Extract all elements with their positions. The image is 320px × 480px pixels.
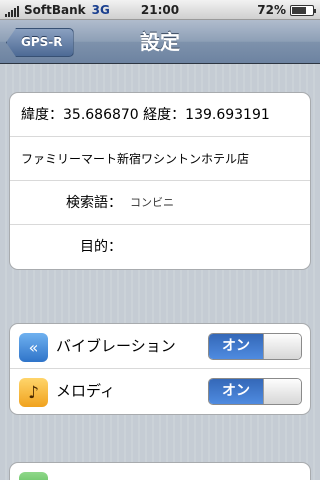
vibration-row: « バイブレーション オン <box>10 324 310 369</box>
status-bar: SoftBank 3G 21:00 72% <box>0 0 320 20</box>
keyword-row[interactable]: 検索語： コンビニ <box>10 181 310 225</box>
keyword-value: コンビニ <box>130 196 174 209</box>
melody-label: メロディ <box>56 382 115 400</box>
battery-icon <box>290 4 316 16</box>
next-settings-group <box>9 462 311 480</box>
alert-settings-group: « バイブレーション オン ♪ メロディ オン <box>9 323 311 415</box>
vibration-icon: « <box>19 333 48 362</box>
melody-toggle-state: オン <box>209 379 263 404</box>
purpose-label: 目的： <box>80 239 122 255</box>
music-note-icon: ♪ <box>19 378 48 407</box>
coordinates-row: 緯度：35.686870 経度：139.693191 <box>10 93 310 137</box>
melody-row: ♪ メロディ オン <box>10 369 310 414</box>
partial-icon <box>19 472 48 480</box>
place-name: ファミリーマート新宿ワシントンホテル店 <box>21 152 250 166</box>
melody-toggle[interactable]: オン <box>208 378 302 405</box>
place-row[interactable]: ファミリーマート新宿ワシントンホテル店 <box>10 137 310 181</box>
page-title: 設定 <box>140 30 180 54</box>
keyword-label: 検索語： <box>66 195 122 211</box>
vibration-toggle-state: オン <box>209 334 263 359</box>
purpose-row[interactable]: 目的： <box>10 225 310 269</box>
location-info-group: 緯度：35.686870 経度：139.693191 ファミリーマート新宿ワシン… <box>9 92 311 270</box>
vibration-toggle[interactable]: オン <box>208 333 302 360</box>
coordinates-text: 緯度：35.686870 経度：139.693191 <box>21 107 270 123</box>
toggle-knob <box>263 334 301 359</box>
battery-area: 72% <box>257 3 316 17</box>
battery-percent: 72% <box>257 3 286 17</box>
toggle-knob <box>263 379 301 404</box>
navigation-bar: GPS-R 設定 <box>0 20 320 64</box>
vibration-label: バイブレーション <box>56 337 176 355</box>
